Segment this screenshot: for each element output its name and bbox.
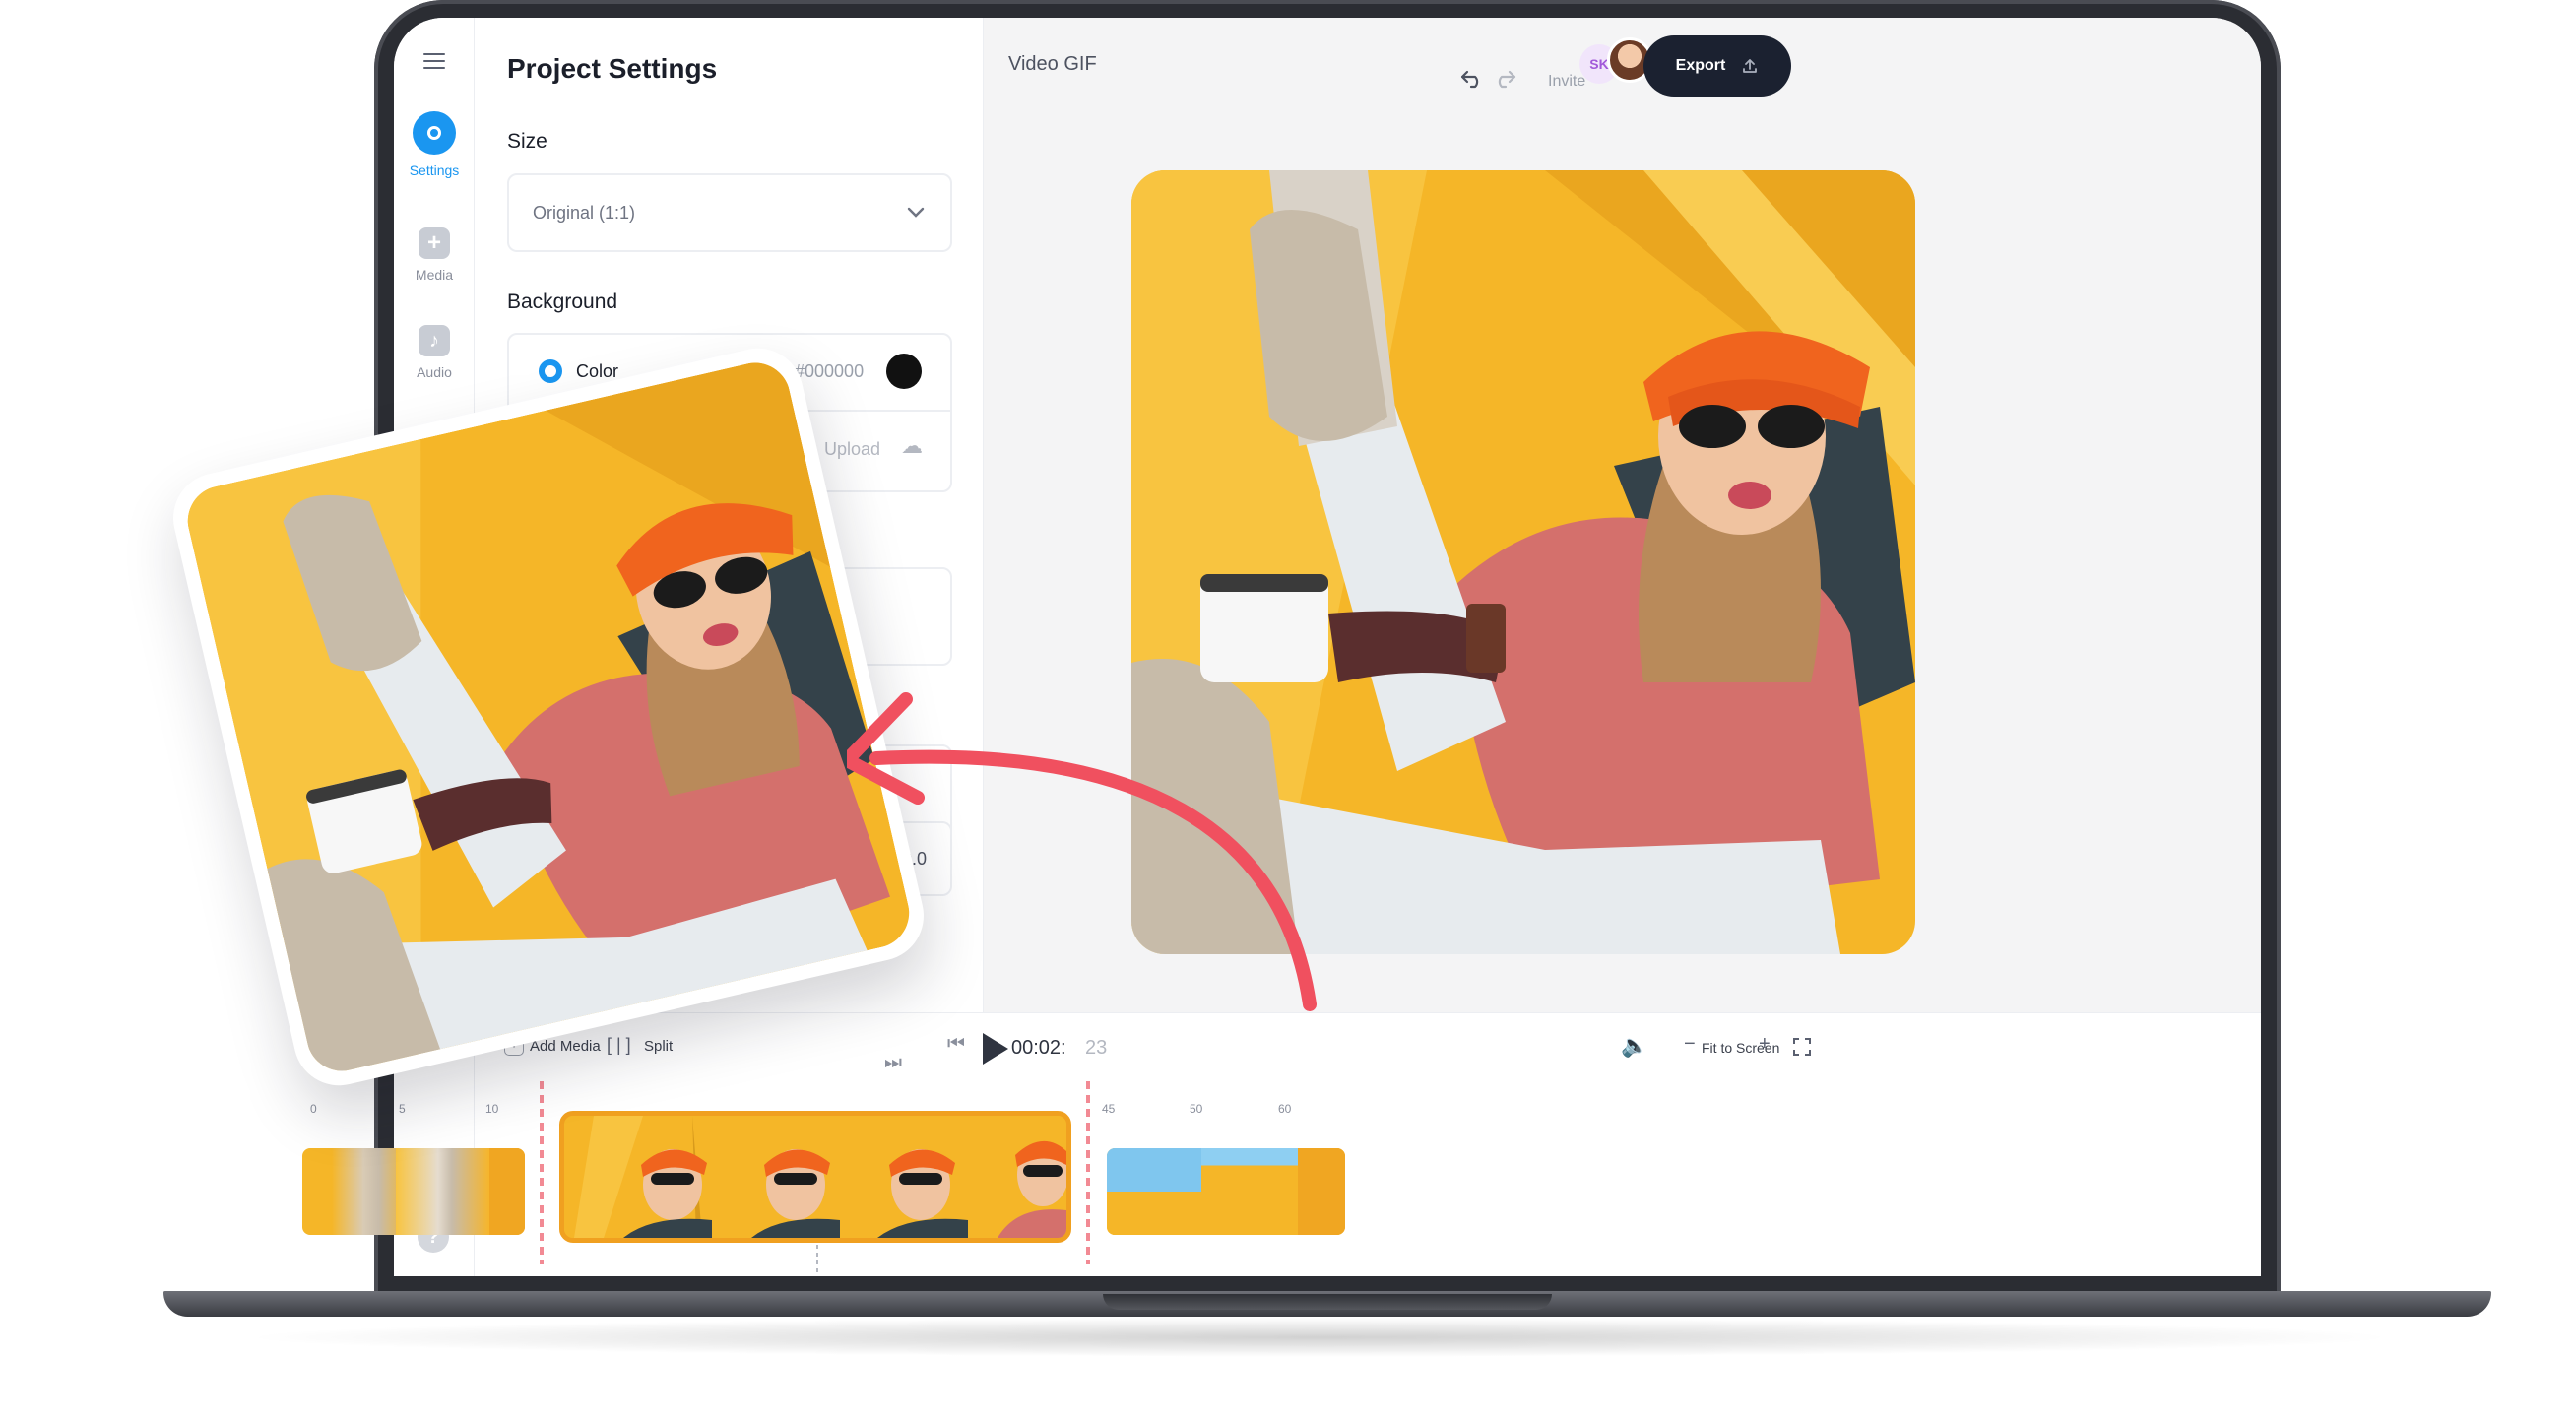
- time-frames: 23: [1085, 1037, 1108, 1059]
- clip-left[interactable]: [302, 1148, 525, 1235]
- ruler-tick: 0: [310, 1102, 317, 1116]
- marketing-stage: { "rail": { "items": [ {"label": "Settin…: [0, 0, 2576, 1422]
- time-current: 00:02:: [1011, 1037, 1066, 1059]
- upload-cloud-icon[interactable]: ☁: [901, 433, 923, 459]
- rail-label-media: Media: [415, 267, 454, 283]
- laptop-shadow: [236, 1318, 2403, 1357]
- settings-icon: [413, 111, 456, 155]
- rail-label-audio: Audio: [417, 364, 452, 380]
- rail-item-settings[interactable]: Settings: [394, 111, 475, 178]
- ruler-tick: 60: [1278, 1102, 1292, 1116]
- clip-selected-frames: [564, 1116, 1066, 1238]
- split-icon: [ | ]: [607, 1035, 631, 1055]
- trim-handle-left[interactable]: [540, 1081, 544, 1264]
- ruler-tick: 50: [1190, 1102, 1203, 1116]
- floating-preview-image: [180, 356, 917, 1078]
- undo-icon[interactable]: [1459, 69, 1485, 89]
- split-button[interactable]: Split: [644, 1038, 673, 1055]
- zoom-in-icon[interactable]: +: [1759, 1033, 1771, 1056]
- size-value: Original (1:1): [533, 203, 636, 223]
- chevron-down-icon: [907, 207, 925, 218]
- clip-right[interactable]: [1107, 1148, 1345, 1235]
- skip-back-icon[interactable]: ⏮: [947, 1033, 965, 1056]
- upload-icon: [1743, 59, 1758, 73]
- trim-handle-right[interactable]: [1086, 1081, 1090, 1264]
- rail-item-media[interactable]: + Media: [394, 227, 475, 283]
- volume-icon[interactable]: 🔈: [1621, 1033, 1647, 1059]
- color-label: Color: [576, 361, 619, 381]
- color-hex[interactable]: #000000: [795, 361, 864, 382]
- laptop-notch: [1103, 1294, 1552, 1310]
- rail-item-audio[interactable]: ♪ Audio: [394, 325, 475, 380]
- clip-selected[interactable]: [559, 1111, 1071, 1243]
- skip-forward-icon[interactable]: ⏭: [884, 1052, 902, 1074]
- zoom-out-icon[interactable]: −: [1684, 1033, 1696, 1056]
- export-button[interactable]: Export: [1643, 35, 1791, 97]
- hamburger-menu-icon[interactable]: [423, 53, 445, 69]
- redo-icon[interactable]: [1492, 69, 1517, 89]
- document-title[interactable]: Video GIF: [1008, 53, 1097, 76]
- fullscreen-icon[interactable]: [1792, 1037, 1812, 1057]
- music-note-icon: ♪: [419, 325, 450, 356]
- panel-title: Project Settings: [507, 53, 718, 84]
- size-label: Size: [507, 130, 547, 153]
- plus-icon: +: [419, 227, 450, 259]
- add-media-button[interactable]: Add Media: [530, 1038, 601, 1055]
- play-icon[interactable]: [979, 1031, 1010, 1066]
- playhead-marker: [816, 1245, 818, 1274]
- ruler-tick: 5: [399, 1102, 406, 1116]
- ruler-tick: 45: [1102, 1102, 1116, 1116]
- curved-arrow-icon: [847, 692, 1317, 1011]
- ruler-tick: 10: [485, 1102, 499, 1116]
- photo-image: [180, 356, 917, 1078]
- rail-label-settings: Settings: [409, 162, 460, 178]
- size-select[interactable]: Original (1:1): [507, 173, 952, 252]
- export-label: Export: [1675, 57, 1726, 74]
- background-label: Background: [507, 291, 618, 313]
- color-swatch-icon[interactable]: [886, 354, 922, 389]
- color-radio[interactable]: [539, 359, 562, 383]
- invite-link[interactable]: Invite: [1548, 73, 1585, 91]
- upload-label[interactable]: Upload: [824, 439, 880, 460]
